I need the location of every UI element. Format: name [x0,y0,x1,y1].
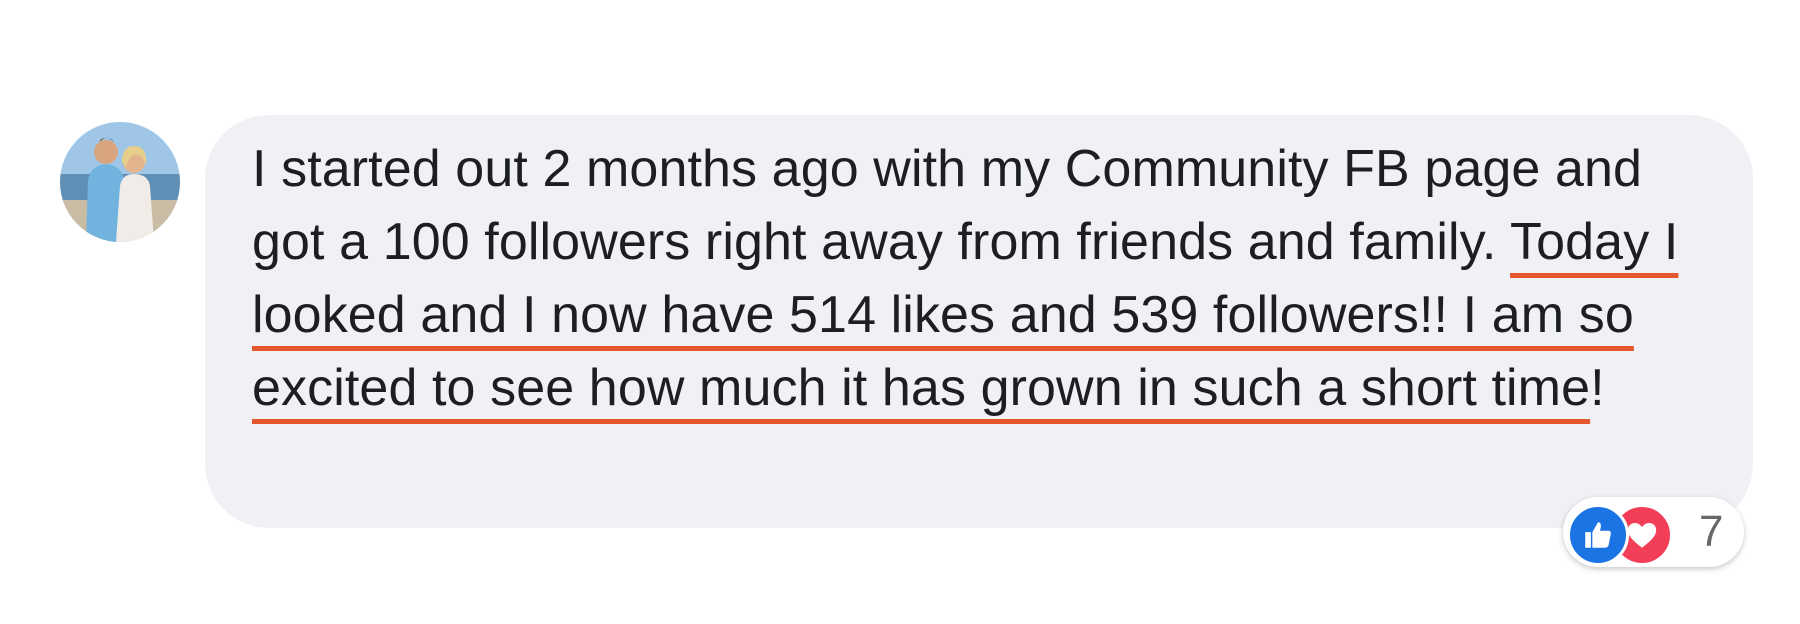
reaction-count: 7 [1699,507,1724,556]
comment-text-plain: I started out 2 months ago with my Commu… [252,140,1643,271]
comment-screen: I started out 2 months ago with my Commu… [0,0,1800,624]
comment-text-end: ! [1590,359,1605,417]
avatar[interactable] [60,122,180,242]
reactions-summary[interactable]: 7 [1563,497,1744,567]
comment-text: I started out 2 months ago with my Commu… [252,133,1722,425]
avatar-photo [60,122,180,242]
like-icon [1567,504,1629,566]
